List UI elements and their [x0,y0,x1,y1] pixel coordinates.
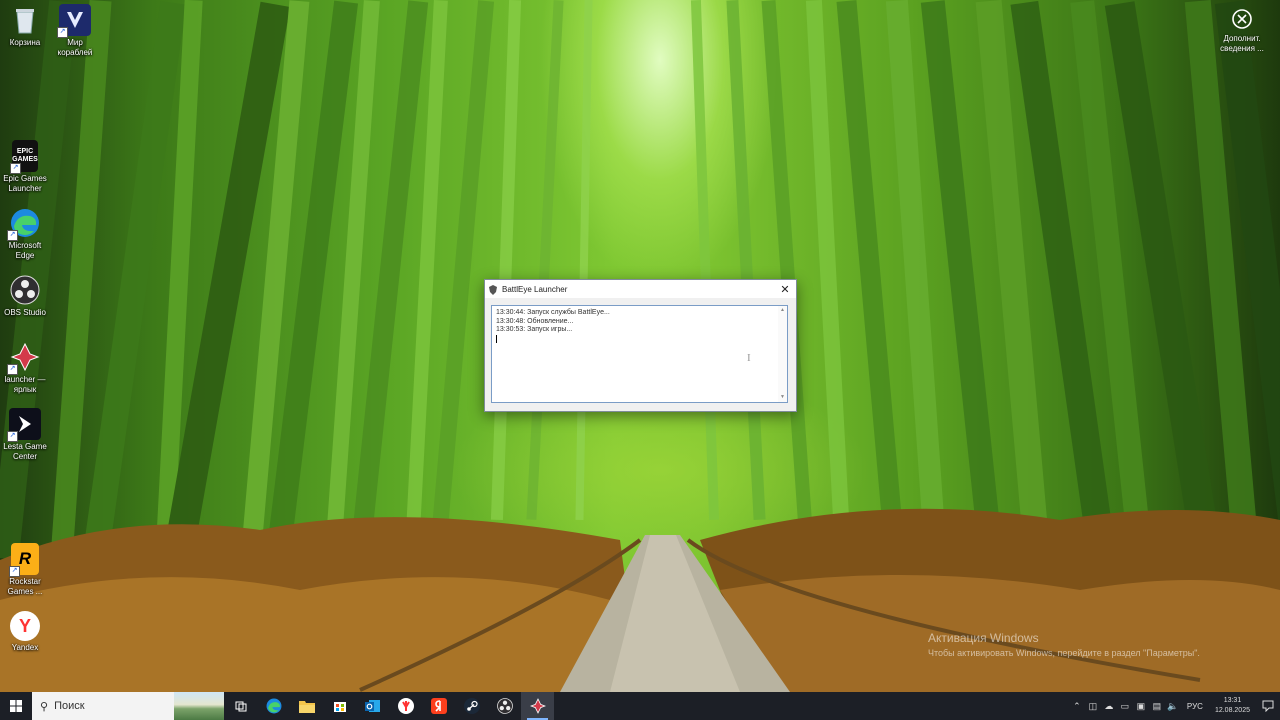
mir-korabley-icon: ↗ [57,4,91,38]
shortcut-arrow-icon: ↗ [7,364,18,375]
rockstar-icon: R ↗ [9,543,39,577]
language-indicator[interactable]: РУС [1187,702,1203,711]
taskbar-steam[interactable] [455,692,488,720]
clock-date: 12.08.2025 [1214,707,1250,714]
taskbar-yandex[interactable] [422,692,455,720]
windows-activation-watermark: Активация Windows Чтобы активировать Win… [928,631,1200,658]
launcher-icon [529,698,546,714]
yandex-icon: Y [10,611,40,641]
desktop-icon-obs-studio[interactable]: OBS Studio [0,274,50,318]
taskbar-store[interactable] [323,692,356,720]
search-highlight-image [174,692,224,720]
desktop-icon-label: Yandex [11,643,39,652]
taskbar-yandex-browser[interactable] [389,692,422,720]
desktop-icon-label: OBS Studio [4,308,46,317]
outlook-icon [364,700,380,712]
epic-games-icon: EPIC GAMES ↗ [10,140,38,174]
window-titlebar[interactable]: BattlEye Launcher ✕ [485,280,796,298]
shortcut-arrow-icon: ↗ [10,163,21,174]
text-caret [496,335,497,343]
taskbar-battleye[interactable] [521,692,554,720]
notification-icon [1262,700,1274,712]
app-tray-icon[interactable]: ▣ [1133,692,1149,720]
security-icon[interactable]: ◫ [1085,692,1101,720]
taskbar-edge[interactable] [257,692,290,720]
edge-icon: ↗ [7,207,41,241]
desktop-icon-label: Microsoft Edge [8,241,42,260]
lesta-icon: ↗ [7,408,41,442]
desktop-icon-label: Lesta Game Center [3,442,47,461]
clock-time: 13:31 [1223,697,1242,704]
taskbar-file-explorer[interactable] [290,692,323,720]
shortcut-arrow-icon: ↗ [9,566,20,577]
steam-icon [463,698,480,714]
battleye-launcher-window[interactable]: BattlEye Launcher ✕ 13:30:44: Запуск слу… [484,279,797,412]
log-textarea[interactable]: 13:30:44: Запуск службы BattlEye... 13:3… [491,305,788,403]
log-line: 13:30:48: Обновление... [496,317,574,325]
windows-logo-icon [10,700,22,712]
log-line: 13:30:44: Запуск службы BattlEye... [496,309,610,316]
folder-icon [298,701,315,713]
obs-icon [9,274,41,306]
activation-subtitle: Чтобы активировать Windows, перейдите в … [928,648,1200,658]
ibeam-cursor-icon: I [747,352,751,364]
desktop-icon-label: launcher — ярлык [4,375,46,394]
battleye-shield-icon [488,284,498,295]
desktop-icon-recycle-bin[interactable]: Корзина [0,4,50,48]
edge-icon [266,698,281,714]
search-icon: ⚲ [40,700,49,713]
launcher-icon: ↗ [7,341,41,375]
obs-icon [496,698,513,714]
desktop-icon-label: Epic Games Launcher [3,174,47,193]
scroll-up-arrow-icon[interactable]: ▲ [778,306,787,315]
desktop-icon-extra-info[interactable]: Дополнит. сведения ... [1212,8,1272,54]
taskbar-obs[interactable] [488,692,521,720]
yandex-browser-icon [397,698,414,714]
taskbar-search-box[interactable]: ⚲ Поиск [32,692,224,720]
network-icon[interactable]: ▤ [1149,692,1165,720]
display-icon[interactable]: ▭ [1117,692,1133,720]
clock[interactable]: 13:31 12.08.2025 [1215,696,1250,716]
activation-title: Активация Windows [928,631,1039,645]
desktop-icon-launcher[interactable]: ↗ launcher — ярлык [0,341,50,395]
store-icon [333,702,346,712]
desktop-icon-yandex[interactable]: Y Yandex [0,611,50,653]
start-button[interactable] [0,692,32,720]
shortcut-arrow-icon: ↗ [7,431,18,442]
task-view-icon [235,701,246,712]
desktop-icon-microsoft-edge[interactable]: ↗ Microsoft Edge [0,207,50,261]
desktop-icon-label: Мир кораблей [57,38,93,57]
desktop-icon-rockstar-games[interactable]: R ↗ Rockstar Games ... [0,543,50,597]
desktop-icon-label: Корзина [9,38,41,47]
taskbar-outlook[interactable] [356,692,389,720]
log-content: 13:30:44: Запуск службы BattlEye... 13:3… [496,309,610,335]
recycle-bin-icon [9,4,41,36]
scroll-down-arrow-icon[interactable]: ▼ [778,393,787,402]
log-line: 13:30:53: Запуск игры... [496,326,573,333]
desktop-icon-lesta-game-center[interactable]: ↗ Lesta Game Center [0,408,50,462]
volume-icon[interactable]: 🔈 [1165,692,1181,720]
vertical-scrollbar[interactable]: ▲ ▼ [778,306,787,402]
show-hidden-icons-chevron-icon[interactable]: ⌃ [1069,692,1085,720]
shortcut-arrow-icon: ↗ [57,27,68,38]
task-view-button[interactable] [224,692,257,720]
close-button[interactable]: ✕ [774,280,796,298]
desktop-icon-mir-korabley[interactable]: ↗ Мир кораблей [50,4,100,58]
yandex-icon [430,698,447,714]
window-title: BattlEye Launcher [502,284,568,294]
system-tray: ⌃ ◫ ☁ ▭ ▣ ▤ 🔈 РУС 13:31 12.08.2025 [1069,692,1280,720]
desktop-icon-label: Rockstar Games ... [7,577,43,596]
desktop-icon-epic-games[interactable]: EPIC GAMES ↗ Epic Games Launcher [0,140,50,194]
weather-icon[interactable]: ☁ [1101,692,1117,720]
notification-center-button[interactable] [1256,692,1280,720]
circle-x-icon [1231,8,1253,30]
desktop-icon-label: Дополнит. сведения ... [1220,34,1264,53]
shortcut-arrow-icon: ↗ [7,230,18,241]
taskbar: ⚲ Поиск ⌃ ◫ ☁ ▭ ▣ ▤ 🔈 РУС 13:31 12.08.20… [0,692,1280,720]
search-placeholder: Поиск [54,700,85,712]
